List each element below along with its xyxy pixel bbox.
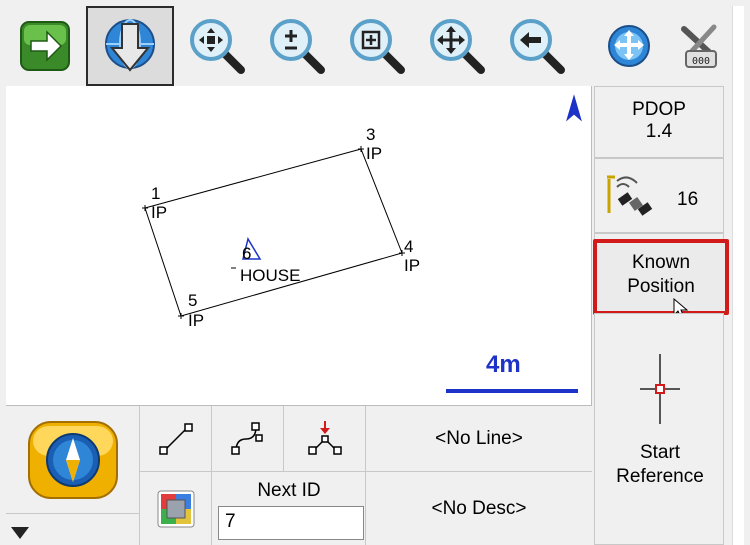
reference-crosshair-icon bbox=[640, 354, 680, 424]
survey-app-window: 000 1 IP 3 IP 4 IP 5 IP 6 HOUSE 4m PDOP … bbox=[0, 0, 750, 545]
point-desc-3: IP bbox=[366, 144, 383, 163]
start-reference-line1: Start bbox=[639, 442, 681, 463]
pdop-value: 1.4 bbox=[645, 121, 673, 142]
pdop-display[interactable]: PDOP 1.4 bbox=[594, 86, 724, 158]
edge-strip bbox=[732, 6, 744, 545]
point-label-3: 3 bbox=[366, 125, 376, 144]
north-arrow-icon bbox=[566, 94, 582, 122]
survey-tools-icon: 000 bbox=[681, 24, 717, 68]
globe-move-icon bbox=[608, 25, 650, 67]
pan-icon bbox=[429, 19, 485, 74]
map-toolbar: 000 bbox=[6, 6, 744, 86]
known-position-line2: Position bbox=[627, 276, 695, 297]
description-selector[interactable]: <No Desc> bbox=[366, 472, 592, 545]
curve-icon bbox=[230, 421, 263, 455]
insert-vertex-icon bbox=[307, 420, 342, 455]
known-position-cell: Known Position bbox=[593, 233, 729, 319]
bottom-toolbar: Next ID 7 <No Line> <No Desc> bbox=[6, 406, 592, 545]
known-position-line1: Known bbox=[631, 252, 691, 273]
layers-icon bbox=[157, 490, 194, 527]
globe-move-button[interactable] bbox=[594, 6, 664, 86]
point-label-1: 1 bbox=[151, 184, 161, 203]
start-reference-line2: Reference bbox=[616, 466, 704, 487]
zoom-in-out-icon bbox=[269, 19, 325, 74]
point-desc-6: HOUSE bbox=[240, 266, 301, 285]
point-desc-5: IP bbox=[188, 311, 205, 330]
point-label-6: 6 bbox=[242, 244, 252, 263]
zoom-window-button[interactable] bbox=[338, 6, 415, 86]
curve-tool-button[interactable] bbox=[212, 406, 284, 472]
zoom-window-icon bbox=[349, 19, 405, 74]
next-id-cell: Next ID 7 bbox=[212, 472, 366, 545]
expand-menu-button[interactable] bbox=[6, 514, 140, 545]
zoom-previous-button[interactable] bbox=[498, 6, 575, 86]
start-reference-button[interactable]: Start Reference bbox=[594, 313, 724, 545]
triangle-down-icon bbox=[11, 527, 29, 539]
zoom-extents-icon bbox=[189, 19, 245, 74]
next-id-label: Next ID bbox=[257, 480, 321, 501]
map-view[interactable]: 1 IP 3 IP 4 IP 5 IP 6 HOUSE 4m bbox=[6, 86, 592, 406]
globe-down-arrow-icon bbox=[105, 19, 155, 72]
green-arrow-right-icon bbox=[19, 21, 70, 71]
navigation-compass-icon bbox=[27, 420, 118, 499]
next-id-input[interactable]: 7 bbox=[218, 506, 364, 540]
point-label-5: 5 bbox=[188, 291, 198, 310]
scale-label: 4m bbox=[486, 351, 521, 378]
zoom-previous-icon bbox=[509, 19, 565, 74]
survey-tools-button[interactable]: 000 bbox=[664, 6, 734, 86]
satellite-count: 16 bbox=[677, 189, 699, 210]
line-tool-button[interactable] bbox=[140, 406, 212, 472]
satellite-icon bbox=[607, 175, 653, 216]
line-segment-icon bbox=[158, 422, 193, 455]
point-desc-4: IP bbox=[404, 256, 421, 275]
known-position-button[interactable]: Known Position bbox=[593, 239, 729, 315]
next-button[interactable] bbox=[6, 6, 83, 86]
point-label-4: 4 bbox=[404, 237, 414, 256]
status-panel: PDOP 1.4 16 Known Position Start Referen… bbox=[593, 86, 746, 545]
insert-point-button[interactable] bbox=[284, 406, 366, 472]
line-selector[interactable]: <No Line> bbox=[366, 406, 592, 472]
map-orient-button[interactable] bbox=[86, 6, 174, 86]
navigation-button[interactable] bbox=[6, 406, 140, 514]
point-desc-1: IP bbox=[151, 203, 168, 222]
zoom-in-out-button[interactable] bbox=[258, 6, 335, 86]
svg-text:000: 000 bbox=[692, 56, 710, 67]
pdop-label: PDOP bbox=[632, 99, 686, 120]
pan-button[interactable] bbox=[418, 6, 495, 86]
layers-button[interactable] bbox=[140, 472, 212, 545]
satellite-status[interactable]: 16 bbox=[594, 158, 724, 233]
zoom-extents-button[interactable] bbox=[178, 6, 255, 86]
